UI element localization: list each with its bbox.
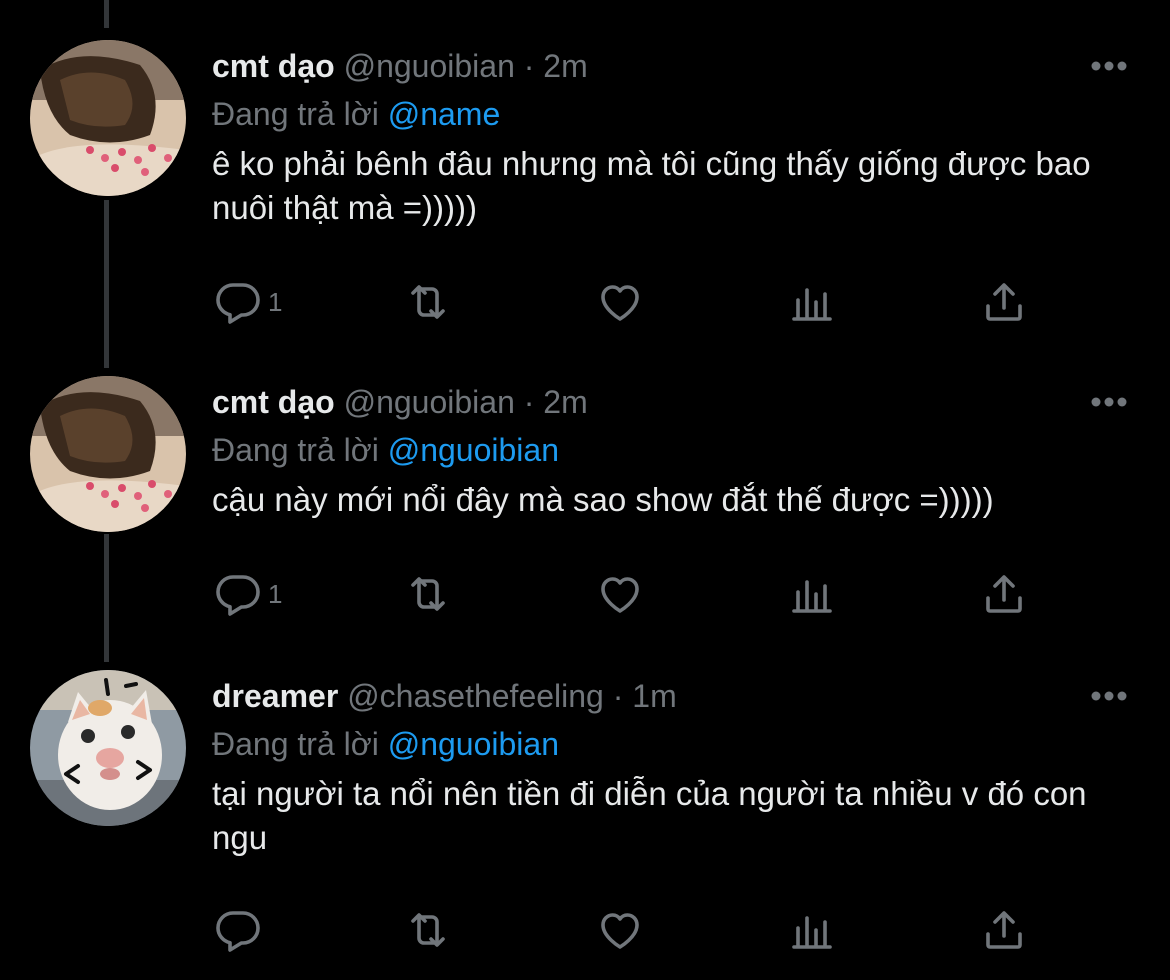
more-options-icon[interactable] <box>1088 52 1130 80</box>
reply-button[interactable]: 1 <box>214 564 282 624</box>
retweet-button[interactable] <box>404 272 452 332</box>
analytics-icon <box>792 916 832 949</box>
more-options-icon[interactable] <box>1088 388 1130 416</box>
retweet-button[interactable] <box>404 564 452 624</box>
reply-button[interactable]: 1 <box>214 272 282 332</box>
analytics-button[interactable] <box>788 272 836 332</box>
reply-count: 1 <box>268 286 283 317</box>
like-button[interactable] <box>596 272 644 332</box>
tweet-text: cậu này mới nổi đây mà sao show đắt thế … <box>212 481 994 518</box>
share-icon <box>986 911 1022 949</box>
reply-icon <box>216 575 260 616</box>
replying-to: Đang trả lời @nguoibian <box>212 722 1130 766</box>
analytics-button[interactable] <box>788 564 836 624</box>
display-name[interactable]: cmt dạo <box>212 48 335 84</box>
tweet-actions <box>212 900 1072 960</box>
avatar[interactable] <box>30 670 186 826</box>
mention-link[interactable]: @nguoibian <box>388 726 559 762</box>
timestamp[interactable]: 1m <box>632 678 676 714</box>
tweet-text: tại người ta nổi nên tiền đi diễn của ng… <box>212 775 1087 856</box>
retweet-icon <box>411 913 445 947</box>
user-handle[interactable]: @chasethefeeling <box>347 678 604 714</box>
share-icon <box>986 575 1022 613</box>
thread-line-2 <box>104 534 109 662</box>
timestamp[interactable]: 2m <box>543 384 587 420</box>
mention-link[interactable]: @nguoibian <box>388 432 559 468</box>
display-name[interactable]: cmt dạo <box>212 384 335 420</box>
separator-dot: · <box>523 384 535 420</box>
replying-to-label: Đang trả lời <box>212 96 379 132</box>
display-name[interactable]: dreamer <box>212 678 338 714</box>
thread-line-1 <box>104 200 109 368</box>
analytics-icon <box>792 580 832 613</box>
reply-count: 1 <box>268 578 283 609</box>
cat-on-pillow-avatar <box>30 376 186 532</box>
tweet-content: cmt dạo @nguoibian · 2m Đang trả lời @na… <box>212 44 1130 230</box>
more-options-icon[interactable] <box>1088 682 1130 710</box>
user-handle[interactable]: @nguoibian <box>344 384 515 420</box>
tweet-header: cmt dạo @nguoibian · 2m <box>212 380 1130 424</box>
cat-on-pillow-avatar <box>30 40 186 196</box>
like-button[interactable] <box>596 900 644 960</box>
replying-to-label: Đang trả lời <box>212 726 379 762</box>
analytics-icon <box>792 288 832 321</box>
share-button[interactable] <box>980 564 1028 624</box>
share-icon <box>986 283 1022 321</box>
thread-line-top <box>104 0 109 28</box>
reply-icon <box>216 911 260 952</box>
tweet-actions: 1 <box>212 272 1072 332</box>
tweet-text: ê ko phải bênh đâu nhưng mà tôi cũng thấ… <box>212 145 1091 226</box>
user-handle[interactable]: @nguoibian <box>344 48 515 84</box>
like-icon <box>601 577 639 613</box>
retweet-icon <box>411 285 445 319</box>
like-button[interactable] <box>596 564 644 624</box>
retweet-button[interactable] <box>404 900 452 960</box>
replying-to: Đang trả lời @nguoibian <box>212 428 1130 472</box>
tweet-header: dreamer @chasethefeeling · 1m <box>212 674 1130 718</box>
mention-link[interactable]: @name <box>388 96 501 132</box>
retweet-icon <box>411 577 445 611</box>
tweet-content: cmt dạo @nguoibian · 2m Đang trả lời @ng… <box>212 380 1130 522</box>
avatar[interactable] <box>30 376 186 532</box>
replying-to-label: Đang trả lời <box>212 432 379 468</box>
analytics-button[interactable] <box>788 900 836 960</box>
avatar[interactable] <box>30 40 186 196</box>
tweet-actions: 1 <box>212 564 1072 624</box>
tweet-content: dreamer @chasethefeeling · 1m Đang trả l… <box>212 674 1130 860</box>
reply-button[interactable] <box>214 900 268 960</box>
white-kitten-avatar <box>30 670 186 826</box>
timestamp[interactable]: 2m <box>543 48 587 84</box>
reply-icon <box>216 283 260 324</box>
tweet-header: cmt dạo @nguoibian · 2m <box>212 44 1130 88</box>
separator-dot: · <box>523 48 535 84</box>
share-button[interactable] <box>980 272 1028 332</box>
separator-dot: · <box>612 678 624 714</box>
like-icon <box>601 285 639 321</box>
replying-to: Đang trả lời @name <box>212 92 1130 136</box>
share-button[interactable] <box>980 900 1028 960</box>
like-icon <box>601 913 639 949</box>
